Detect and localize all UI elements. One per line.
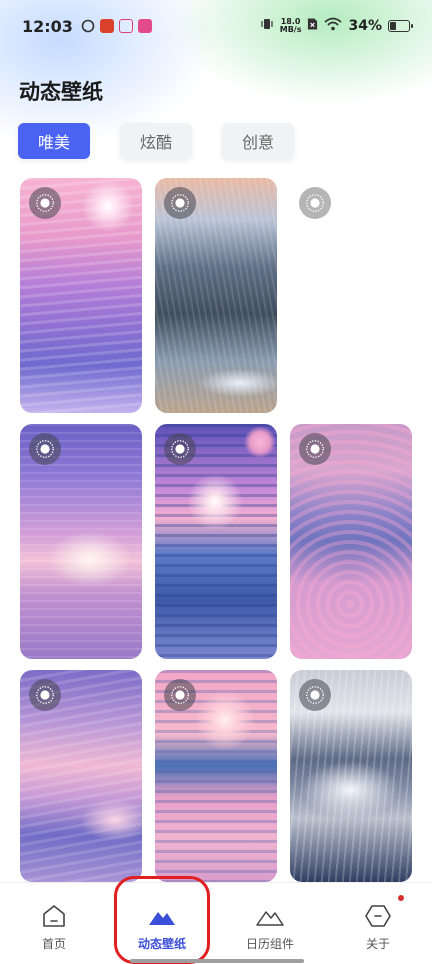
status-time: 12:03 <box>22 16 73 36</box>
wifi-icon <box>324 17 343 35</box>
wallpaper-card[interactable] <box>290 670 412 882</box>
wallpaper-card[interactable] <box>290 424 412 659</box>
status-bar: 12:03 18.0 MB/s 34% <box>0 0 432 52</box>
nav-label-live-wallpaper: 动态壁纸 <box>137 937 186 951</box>
live-badge-icon <box>164 187 196 219</box>
live-badge-icon <box>29 679 61 711</box>
red-app-icon <box>99 19 114 33</box>
bottom-nav: 首页 动态壁纸 日历组件 关于 <box>0 882 432 964</box>
nav-item-about[interactable]: 关于 <box>324 883 432 964</box>
category-tabs: 唯美 炫酷 创意 <box>18 123 294 159</box>
vibrate-icon <box>260 17 274 35</box>
nav-label-about: 关于 <box>365 937 390 951</box>
nav-item-calendar-widget[interactable]: 日历组件 <box>216 883 324 964</box>
wallpaper-card[interactable] <box>155 670 277 882</box>
nav-label-calendar-widget: 日历组件 <box>245 937 294 951</box>
wallpaper-card[interactable] <box>20 424 142 659</box>
wallpaper-card-loading[interactable] <box>290 178 412 413</box>
camera-app-icon <box>118 19 133 33</box>
live-badge-icon <box>29 187 61 219</box>
live-badge-icon <box>299 433 331 465</box>
live-badge-icon <box>164 679 196 711</box>
nav-label-home: 首页 <box>41 937 66 951</box>
live-badge-icon <box>299 679 331 711</box>
wallpaper-card[interactable] <box>20 670 142 882</box>
live-badge-icon <box>299 187 331 219</box>
nav-item-live-wallpaper[interactable]: 动态壁纸 <box>108 883 216 964</box>
no-sim-icon <box>307 17 318 35</box>
notification-dot <box>398 895 404 901</box>
net-speed-unit: MB/s <box>279 25 302 34</box>
mountain-outline-icon <box>256 911 284 926</box>
page-title: 动态壁纸 <box>19 80 103 104</box>
wallpaper-card[interactable] <box>20 178 142 413</box>
live-badge-icon <box>29 433 61 465</box>
home-indicator <box>130 959 304 963</box>
mountain-filled-icon <box>149 912 175 925</box>
battery-percent: 34% <box>348 18 382 34</box>
tab-beautiful[interactable]: 唯美 <box>18 123 90 159</box>
battery-icon <box>388 20 413 32</box>
battery-fill <box>390 22 396 30</box>
pink-app-icon <box>137 19 152 33</box>
wallpaper-card[interactable] <box>155 178 277 413</box>
live-badge-icon <box>164 433 196 465</box>
tab-creative[interactable]: 创意 <box>222 123 294 159</box>
wallpaper-card[interactable] <box>155 424 277 659</box>
hexagon-icon <box>365 905 391 927</box>
net-speed: 18.0 MB/s <box>280 18 302 34</box>
tab-cool[interactable]: 炫酷 <box>120 123 192 159</box>
status-right-group: 18.0 MB/s 34% <box>260 17 413 35</box>
home-icon <box>43 905 65 927</box>
nav-item-home[interactable]: 首页 <box>0 883 108 964</box>
whatsapp-like-icon <box>81 19 95 33</box>
